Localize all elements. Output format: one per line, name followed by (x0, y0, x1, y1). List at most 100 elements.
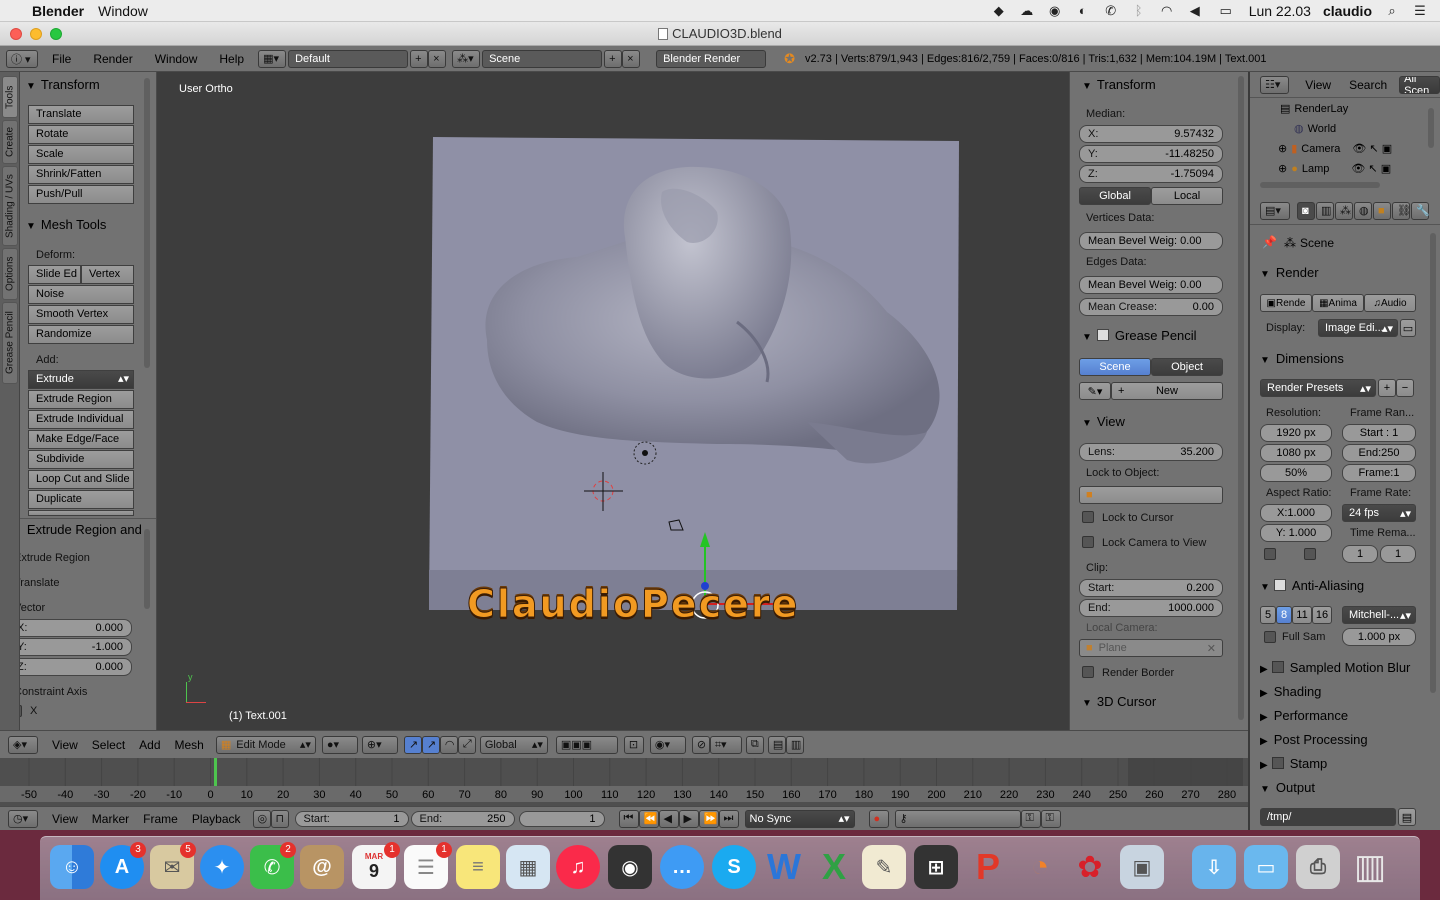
presentation-icon[interactable]: P (966, 845, 1010, 889)
outliner-vscroll[interactable] (1428, 108, 1434, 148)
tab-tools[interactable]: Tools (2, 76, 18, 118)
app-menu[interactable]: Blender (32, 3, 84, 19)
n-panel-scrollbar[interactable] (1238, 76, 1244, 720)
shading-select[interactable]: ●▾ (321, 735, 358, 754)
vector-y-field[interactable]: Y:-1.000 (20, 638, 132, 656)
minimize-button[interactable] (30, 28, 42, 40)
bluetooth-icon[interactable]: ᛒ (1131, 4, 1147, 18)
close-button[interactable] (10, 28, 22, 40)
world-tab-icon[interactable]: ◍ (1354, 201, 1372, 220)
timeline-ruler[interactable]: -50 -40 -30 -20 -10 0 10 20 30 40 50 60 70 80 90 100 110… (0, 758, 1248, 806)
aa-samples-16[interactable]: 16 (1312, 606, 1332, 624)
end-frame-field[interactable]: End: 250 (410, 810, 515, 827)
messages-icon[interactable]: … (660, 845, 704, 889)
performance-header[interactable]: ▶ Performance (1260, 708, 1348, 723)
printer-icon[interactable]: ⎙ (1296, 845, 1340, 889)
itunes-icon[interactable]: ♫ (556, 845, 600, 889)
bracket-app-icon[interactable]: ⊞ (914, 845, 958, 889)
editor-type-timeline-icon[interactable]: ◷▾ (8, 809, 38, 828)
mesh-tools-panel-header[interactable]: ▼ Mesh Tools (26, 217, 106, 232)
output-path-field[interactable]: /tmp/ (1260, 808, 1396, 826)
tab-options[interactable]: Options (2, 248, 18, 300)
n-transform-header[interactable]: ▼ Transform (1082, 77, 1156, 92)
editor-type-props-icon[interactable]: ▤▾ (1260, 201, 1290, 220)
props-scrollbar[interactable] (1430, 233, 1436, 693)
vh-view-menu[interactable]: View (52, 738, 78, 752)
scene-remove-button[interactable]: × (622, 49, 641, 68)
notification-center-icon[interactable]: ☰ (1412, 4, 1428, 18)
phone-icon[interactable]: ✆ (1103, 4, 1119, 18)
3d-cursor-header[interactable]: ▼ 3D Cursor (1082, 694, 1156, 709)
global-toggle[interactable]: Global (1079, 187, 1151, 205)
render-preview-icon[interactable]: ▤ (767, 735, 786, 754)
vector-x-field[interactable]: X:0.000 (20, 619, 132, 637)
display-select[interactable]: Image Edi... ▴▾ (1318, 319, 1398, 337)
editor-type-outliner-icon[interactable]: ☷▾ (1260, 75, 1290, 94)
play-icon[interactable]: ▶ (678, 809, 699, 828)
smooth-vertex-button[interactable]: Smooth Vertex (28, 305, 134, 324)
scale-button[interactable]: Scale (28, 145, 134, 164)
blender-icon[interactable]: ◔ (1018, 845, 1062, 889)
scale-manip-icon[interactable]: ⤢ (457, 735, 476, 754)
outliner-item-renderlayers[interactable]: ▤ RenderLay (1280, 102, 1348, 115)
tl-frame-menu[interactable]: Frame (143, 812, 178, 826)
mean-bevel-vertex-field[interactable]: Mean Bevel Weig: 0.00 (1079, 232, 1223, 250)
jump-start-icon[interactable]: ⏮ (618, 809, 639, 828)
delete-keyframe-icon[interactable]: ⚿ (1040, 809, 1061, 828)
battery-icon[interactable]: ▭ (1215, 4, 1237, 18)
median-x-field[interactable]: X: 9.57432 (1079, 125, 1223, 143)
scene-tab-icon[interactable]: ⁂ (1335, 201, 1353, 220)
zoom-button[interactable] (50, 28, 62, 40)
editor-type-3d-icon[interactable]: ◈▾ (8, 735, 38, 754)
shading-header[interactable]: ▶ Shading (1260, 684, 1321, 699)
aa-samples-5[interactable]: 5 (1260, 606, 1276, 624)
pencil-icon[interactable]: ✎▾ (1079, 382, 1111, 400)
border-checkbox[interactable] (1304, 548, 1316, 560)
sync-select[interactable]: No Sync ▴▾ (744, 809, 855, 828)
render-audio-button[interactable]: ♫ Audio (1364, 294, 1416, 312)
jump-end-icon[interactable]: ⏭ (718, 809, 739, 828)
textedit-icon[interactable]: ✎ (862, 845, 906, 889)
noise-button[interactable]: Noise (28, 285, 134, 304)
render-animation-button[interactable]: ▦ Anima (1312, 294, 1364, 312)
grease-new-button[interactable]: + New (1111, 382, 1223, 400)
flash-icon[interactable]: ✿ (1068, 845, 1112, 889)
frame-step-field[interactable]: Frame:1 (1342, 464, 1416, 482)
outliner-search-menu[interactable]: Search (1349, 78, 1387, 92)
layout-remove-button[interactable]: × (428, 49, 447, 68)
render-image-button[interactable]: ▣ Rende (1260, 294, 1312, 312)
transform-panel-header[interactable]: ▼ Transform (26, 77, 100, 92)
slide-edge-button[interactable]: Slide Ed (28, 265, 81, 284)
post-processing-header[interactable]: ▶ Post Processing (1260, 732, 1368, 747)
manipulator-toggle[interactable]: ↗ (403, 735, 422, 754)
frame-end-field[interactable]: End:250 (1342, 444, 1416, 462)
outliner-hscroll[interactable] (1260, 182, 1380, 188)
grease-object-toggle[interactable]: Object (1151, 358, 1223, 376)
clip-start-field[interactable]: Start: 0.200 (1079, 579, 1223, 597)
render-presets-select[interactable]: Render Presets ▴▾ (1260, 379, 1376, 397)
skype-icon[interactable]: S (712, 845, 756, 889)
aspect-y-field[interactable]: Y: 1.000 (1260, 524, 1332, 542)
documents-folder-icon[interactable]: ▭ (1244, 845, 1288, 889)
notes-icon[interactable]: ≡ (456, 845, 500, 889)
output-header[interactable]: ▼ Output (1260, 780, 1315, 795)
pin-icon[interactable]: 📌 (1262, 235, 1277, 249)
loop-cut-slide-button[interactable]: Loop Cut and Slide (28, 470, 134, 489)
tl-playback-menu[interactable]: Playback (192, 812, 241, 826)
view-panel-header[interactable]: ▼ View (1082, 414, 1125, 429)
menu-help[interactable]: Help (219, 52, 244, 66)
frame-rate-select[interactable]: 24 fps ▴▾ (1342, 504, 1416, 522)
image-capture-icon[interactable]: ▣ (1120, 845, 1164, 889)
vh-mesh-menu[interactable]: Mesh (175, 738, 204, 752)
editor-type-info-icon[interactable]: ⓘ ▾ (6, 49, 38, 68)
messages-icon[interactable]: ◐ (1075, 4, 1091, 18)
pivot-median-icon[interactable]: ⊡ (623, 735, 644, 754)
render-tab-icon[interactable]: ◙ (1297, 201, 1315, 220)
tab-grease-pencil[interactable]: Grease Pencil (2, 302, 18, 384)
scene-icon[interactable]: ⁂▾ (452, 49, 481, 68)
make-edge-face-button[interactable]: Make Edge/Face (28, 430, 134, 449)
clock[interactable]: Lun 22.03 (1249, 3, 1311, 19)
user-name[interactable]: claudio (1323, 3, 1372, 19)
layer-buttons[interactable]: ▣▣▣ (555, 735, 618, 754)
layout-field[interactable]: Default (288, 49, 409, 68)
